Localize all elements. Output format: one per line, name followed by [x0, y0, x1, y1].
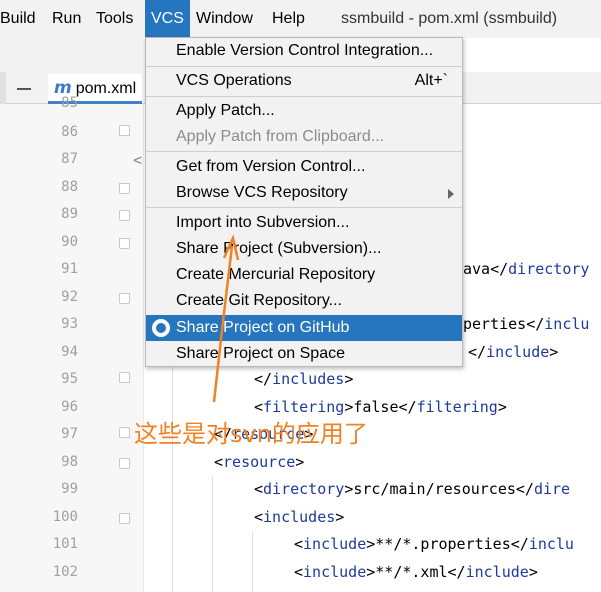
- annotation-arrow-icon: [212, 234, 240, 403]
- annotation-text: 这些是对svn的应用了: [134, 420, 368, 448]
